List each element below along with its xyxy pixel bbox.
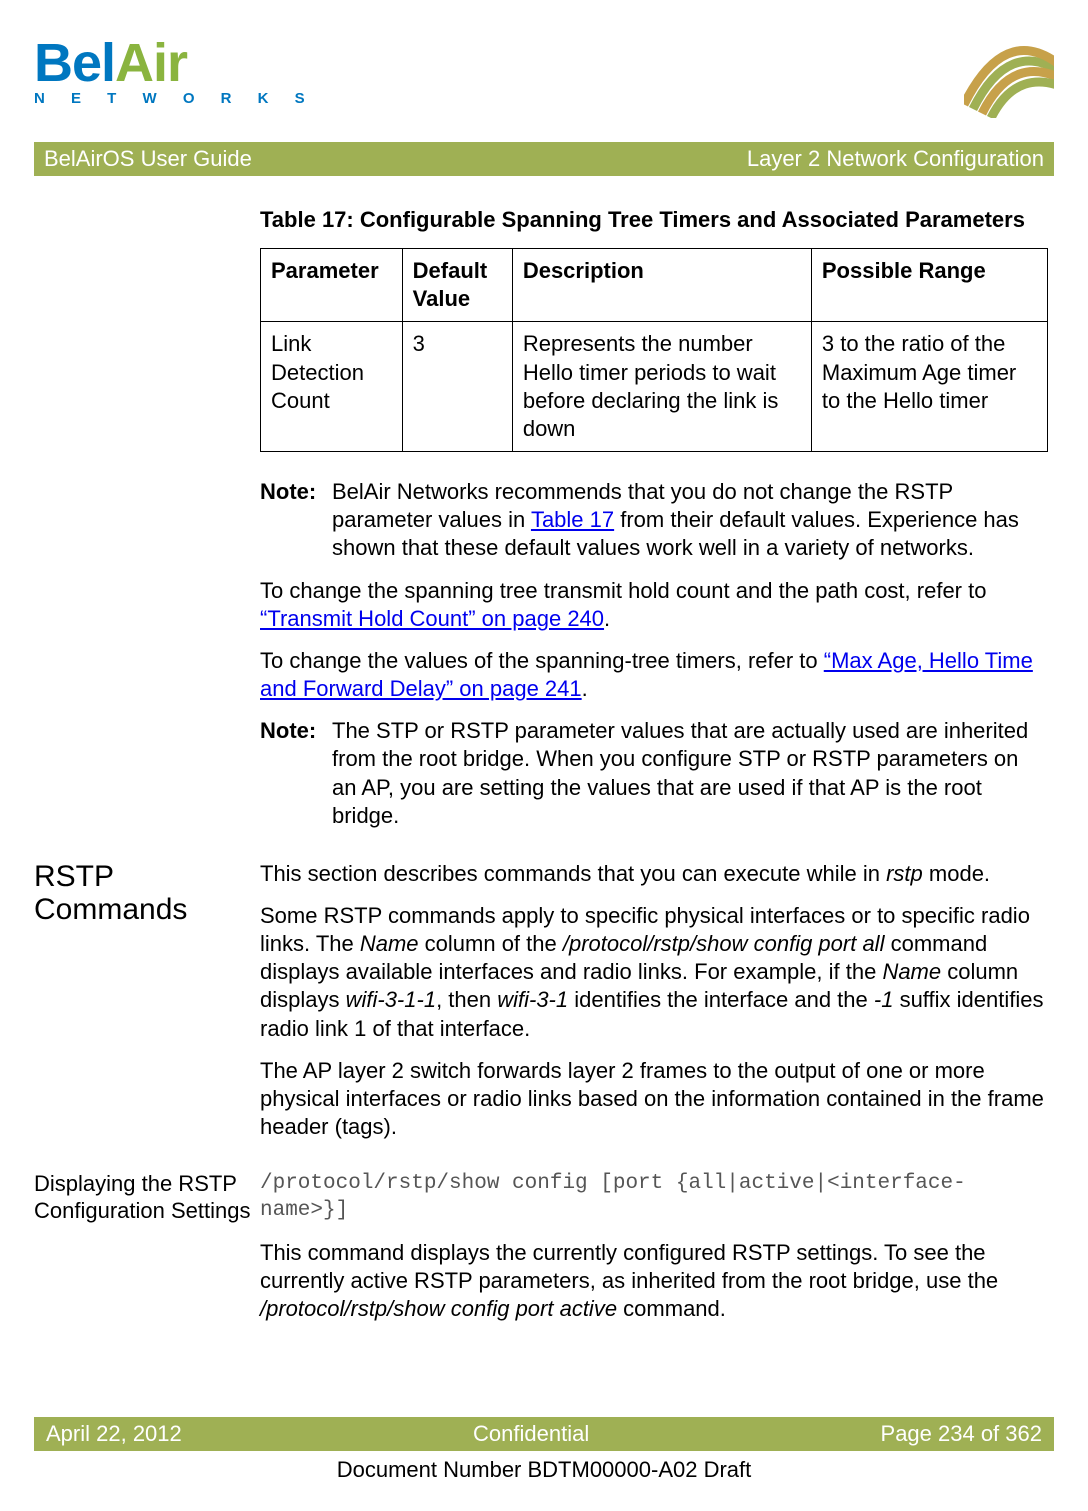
cell-param: Link Detection Count — [261, 322, 403, 452]
belair-logo: BelAir N E T W O R K S — [34, 28, 316, 107]
th-parameter: Parameter — [261, 249, 403, 322]
rstp-layer2-para: The AP layer 2 switch forwards layer 2 f… — [260, 1057, 1048, 1141]
para2-post: . — [582, 676, 588, 701]
logo-air-text: Air — [115, 33, 187, 93]
th-range: Possible Range — [811, 249, 1047, 322]
title-right: Layer 2 Network Configuration — [747, 146, 1044, 172]
heading-rstp-commands: RSTP Commands — [34, 860, 252, 926]
s1p2i3: Name — [882, 959, 941, 984]
s1p2e: , then — [436, 987, 497, 1012]
display-rstp-desc: This command displays the currently conf… — [260, 1239, 1048, 1323]
code-show-config: /protocol/rstp/show config [port {all|ac… — [260, 1171, 1048, 1225]
title-bar: BelAirOS User Guide Layer 2 Network Conf… — [34, 142, 1054, 176]
para1-post: . — [604, 606, 610, 631]
para-transmit-hold: To change the spanning tree transmit hol… — [260, 577, 1048, 633]
header: BelAir N E T W O R K S — [34, 28, 1054, 138]
table-header-row: Parameter Default Value Description Poss… — [261, 249, 1048, 322]
note-body: The STP or RSTP parameter values that ar… — [332, 717, 1048, 830]
cell-desc: Represents the number Hello timer period… — [512, 322, 811, 452]
para2-pre: To change the values of the spanning-tre… — [260, 648, 824, 673]
cell-default: 3 — [402, 322, 512, 452]
heading-display-rstp: Displaying the RSTP Configuration Settin… — [34, 1171, 252, 1224]
params-table: Parameter Default Value Description Poss… — [260, 248, 1048, 452]
logo-networks-text: N E T W O R K S — [34, 90, 316, 107]
s2p1i1: /protocol/rstp/show config port active — [260, 1296, 617, 1321]
footer-bar: April 22, 2012 Confidential Page 234 of … — [34, 1417, 1054, 1451]
s1p2i6: -1 — [874, 987, 894, 1012]
title-left: BelAirOS User Guide — [44, 146, 252, 172]
note-label: Note: — [260, 717, 332, 830]
footer-confidential: Confidential — [473, 1421, 589, 1447]
note-2: Note: The STP or RSTP parameter values t… — [260, 717, 1048, 830]
rstp-name-column: Some RSTP commands apply to specific phy… — [260, 902, 1048, 1043]
para1-pre: To change the spanning tree transmit hol… — [260, 578, 986, 603]
s1p2i2: /protocol/rstp/show config port all — [563, 931, 885, 956]
cell-range: 3 to the ratio of the Maximum Age timer … — [811, 322, 1047, 452]
th-description: Description — [512, 249, 811, 322]
note-1: Note: BelAir Networks recommends that yo… — [260, 478, 1048, 562]
note-body: BelAir Networks recommends that you do n… — [332, 478, 1048, 562]
s1p2i4: wifi-3-1-1 — [346, 987, 436, 1012]
s1p1b: mode. — [923, 861, 990, 886]
th-default: Default Value — [402, 249, 512, 322]
link-table17[interactable]: Table 17 — [531, 507, 614, 532]
link-transmit-hold[interactable]: “Transmit Hold Count” on page 240 — [260, 606, 604, 631]
s1p2f: identifies the interface and the — [568, 987, 874, 1012]
para-max-age: To change the values of the spanning-tre… — [260, 647, 1048, 703]
table-caption: Table 17: Configurable Spanning Tree Tim… — [260, 206, 1048, 234]
doc-number: Document Number BDTM00000-A02 Draft — [0, 1457, 1088, 1483]
s2p1a: This command displays the currently conf… — [260, 1240, 998, 1293]
table-row: Link Detection Count 3 Represents the nu… — [261, 322, 1048, 452]
s1p1i: rstp — [886, 861, 923, 886]
note-label: Note: — [260, 478, 332, 562]
footer-page: Page 234 of 362 — [881, 1421, 1042, 1447]
s1p2i5: wifi-3-1 — [497, 987, 568, 1012]
swirl-icon — [964, 28, 1054, 118]
s1p2i1: Name — [360, 931, 419, 956]
logo-bel-text: Bel — [34, 33, 115, 93]
rstp-intro: This section describes commands that you… — [260, 860, 1048, 888]
s1p1a: This section describes commands that you… — [260, 861, 886, 886]
footer-date: April 22, 2012 — [46, 1421, 182, 1447]
s1p2b: column of the — [419, 931, 563, 956]
s2p1b: command. — [617, 1296, 726, 1321]
